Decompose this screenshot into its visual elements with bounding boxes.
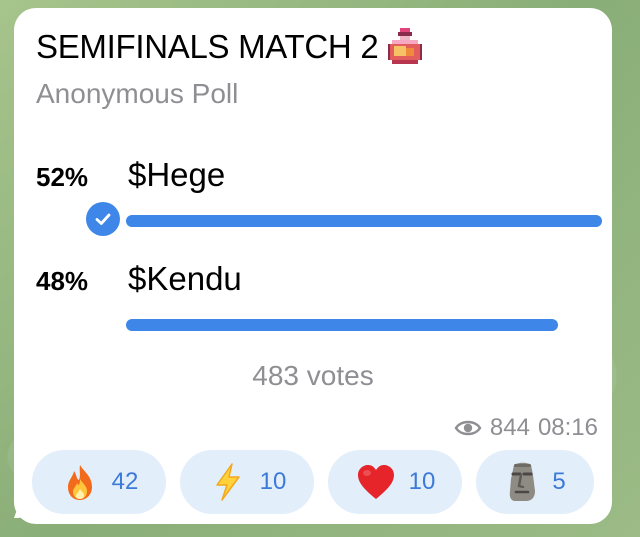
votes-count[interactable]: 483 votes bbox=[14, 360, 612, 392]
poll-title: SEMIFINALS MATCH 2 bbox=[36, 28, 379, 65]
poll-message-bubble: SEMIFINALS MATCH 2 Anonymous Poll 52% $H… bbox=[13, 8, 612, 524]
fire-icon bbox=[67, 465, 92, 500]
views-count: 844 bbox=[489, 414, 530, 441]
pixel-potion-icon bbox=[388, 28, 423, 64]
reaction-count: 42 bbox=[111, 468, 139, 495]
reaction-count: 10 bbox=[259, 468, 287, 495]
reaction-fire[interactable]: 42 bbox=[32, 450, 166, 514]
option-result-bar bbox=[126, 215, 602, 227]
poll-option-hege[interactable]: 52% $Hege bbox=[36, 156, 606, 236]
option-text: $Kendu bbox=[128, 260, 242, 297]
message-time: 08:16 bbox=[537, 414, 598, 441]
reactions-bar: 42 10 10 5 bbox=[32, 450, 594, 514]
reaction-count: 5 bbox=[552, 468, 566, 495]
eye-icon bbox=[454, 420, 482, 436]
checkmark-icon bbox=[86, 202, 120, 236]
reaction-heart[interactable]: 10 bbox=[328, 450, 462, 514]
reaction-moai[interactable]: 5 bbox=[476, 450, 594, 514]
poll-title-row: SEMIFINALS MATCH 2 bbox=[36, 28, 423, 66]
option-percent: 52% bbox=[36, 162, 89, 192]
red-heart-icon bbox=[357, 465, 394, 499]
poll-type-label: Anonymous Poll bbox=[36, 78, 239, 109]
option-percent: 48% bbox=[36, 266, 89, 296]
moai-icon bbox=[510, 462, 536, 501]
option-text: $Hege bbox=[128, 156, 226, 193]
message-meta: 844 08:16 bbox=[454, 414, 598, 442]
reaction-count: 10 bbox=[408, 468, 436, 495]
reaction-lightning[interactable]: 10 bbox=[180, 450, 314, 514]
lightning-icon bbox=[215, 463, 240, 501]
option-result-bar bbox=[126, 319, 558, 331]
poll-option-kendu[interactable]: 48% $Kendu bbox=[36, 260, 606, 336]
